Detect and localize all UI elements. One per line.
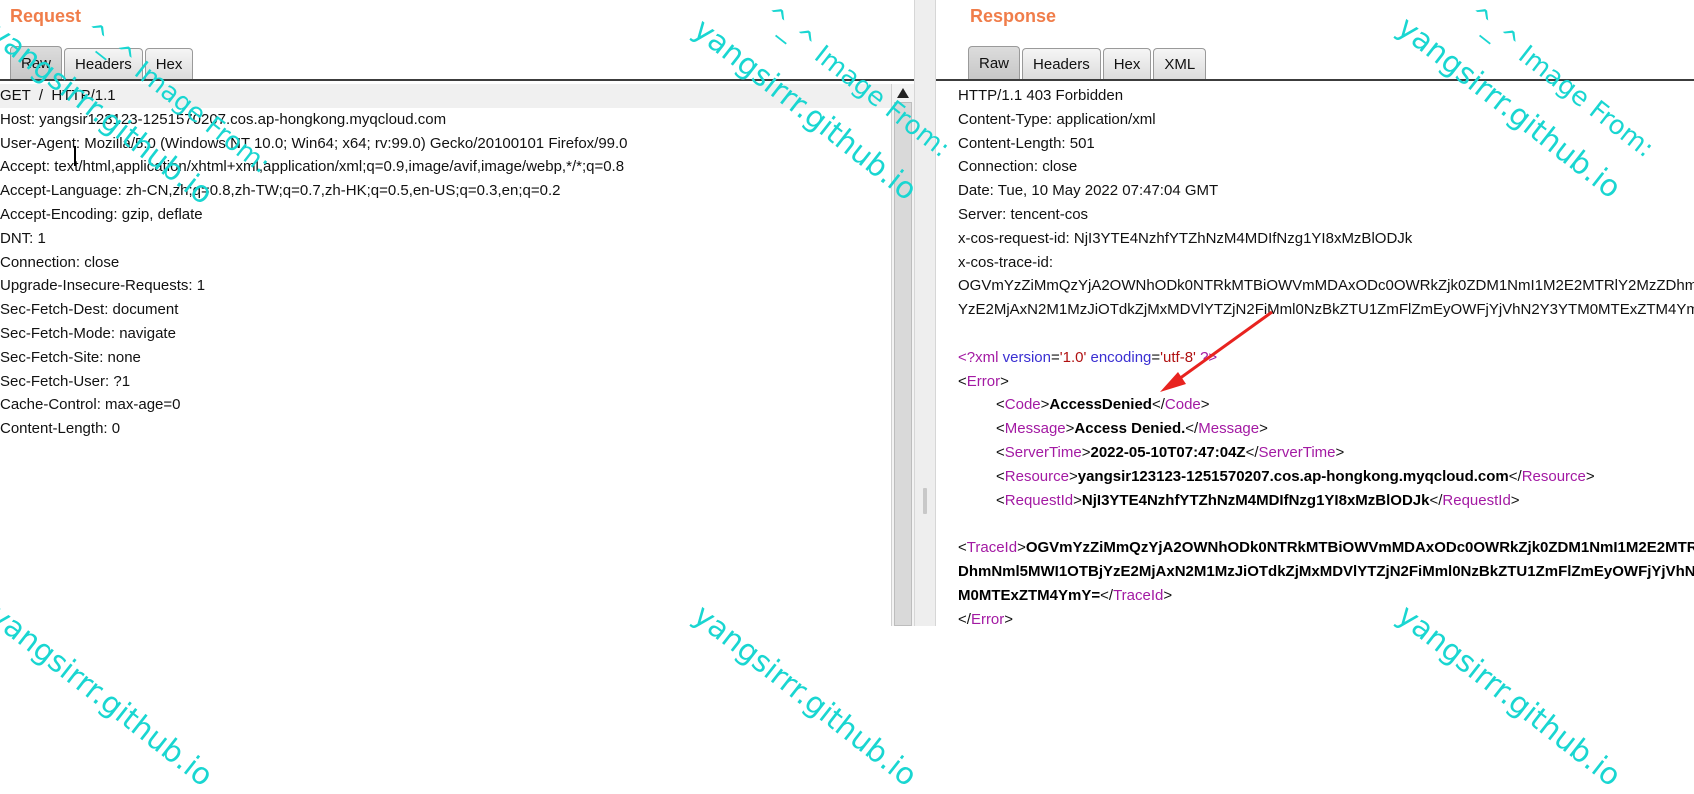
text-cursor-icon [74,146,76,166]
request-line: GET / HTTP/1.1 [0,84,892,108]
watermark-site: yangsirrr.github.io [686,598,924,794]
response-pane: Response Raw Headers Hex XML HTTP/1.1 40… [936,0,1694,626]
response-header-line: YzE2MjAxN2M1MzJiOTdkZjMxMDVlYTZjN2FiMml0… [958,301,1694,319]
xml-message: <Message>Access Denied.</Message> [996,420,1268,438]
pane-splitter[interactable] [914,0,936,626]
request-line: User-Agent: Mozilla/5.0 (Windows NT 10.0… [0,134,628,152]
request-tab-hex[interactable]: Hex [144,48,194,80]
response-header-line: Content-Length: 501 [958,134,1095,152]
scroll-thumb[interactable] [894,102,912,626]
request-line: Accept-Encoding: gzip, deflate [0,205,203,223]
request-scrollbar[interactable] [891,84,914,626]
xml-error-close: </Error> [958,610,1014,626]
request-line: Sec-Fetch-Site: none [0,348,141,366]
splitter-grip-icon[interactable] [923,488,927,514]
request-line: Accept: text/html,application/xhtml+xml,… [0,158,625,176]
request-tabs: Raw Headers Hex [10,44,195,80]
watermark-site: yangsirrr.github.io [1390,598,1628,794]
response-lines: HTTP/1.1 403 Forbidden Content-Type: app… [958,84,1694,626]
response-tabs: Raw Headers Hex XML [968,44,1208,80]
request-line: Sec-Fetch-Dest: document [0,301,179,319]
request-pane: Request Raw Headers Hex GET / HTTP/1.1 H… [0,0,914,626]
xml-declaration: <?xml version='1.0' encoding='utf-8' ?> [958,348,1218,366]
request-title: Request [10,6,82,26]
xml-traceid: <TraceId>OGVmYzZiMmQzYjA2OWNhODk0NTRkMTB… [958,539,1694,557]
request-lines: GET / HTTP/1.1 Host: yangsir123123-12515… [0,84,892,441]
request-line: Upgrade-Insecure-Requests: 1 [0,277,206,295]
request-editor[interactable]: GET / HTTP/1.1 Host: yangsir123123-12515… [0,84,914,626]
response-header-line: x-cos-trace-id: [958,253,1054,271]
response-header-line: Connection: close [958,158,1078,176]
xml-resource: <Resource>yangsir123123-1251570207.cos.a… [996,467,1595,485]
response-header-line: Date: Tue, 10 May 2022 07:47:04 GMT [958,182,1219,200]
response-header-line: x-cos-request-id: NjI3YTE4NzhfYTZhNzM4MD… [958,229,1413,247]
request-line: Connection: close [0,253,120,271]
response-tab-headers[interactable]: Headers [1022,48,1101,80]
response-header-line: Server: tencent-cos [958,205,1089,223]
watermark-site: yangsirrr.github.io [0,598,220,794]
response-editor[interactable]: HTTP/1.1 403 Forbidden Content-Type: app… [936,84,1694,626]
request-line: Content-Length: 0 [0,420,121,438]
xml-requestid: <RequestId>NjI3YTE4NzhfYTZhNzM4MDIfNzg1Y… [996,491,1520,509]
xml-error-open: <Error> [958,372,1009,390]
request-tab-raw[interactable]: Raw [10,46,63,80]
response-tab-underline [936,79,1694,81]
xml-code: <Code>AccessDenied</Code> [996,396,1210,414]
request-line: Host: yangsir123123-1251570207.cos.ap-ho… [0,110,447,128]
xml-traceid-cont: DhmNml5MWI1OTBjYzE2MjAxN2M1MzJiOTdkZjMxM… [958,562,1694,580]
response-tab-raw[interactable]: Raw [968,46,1021,80]
response-header-line: HTTP/1.1 403 Forbidden [958,87,1124,104]
scroll-up-arrow-icon[interactable] [897,88,909,98]
response-tab-hex[interactable]: Hex [1102,48,1152,80]
response-tab-xml[interactable]: XML [1153,48,1207,80]
request-tab-headers[interactable]: Headers [64,48,143,80]
xml-servertime: <ServerTime>2022-05-10T07:47:04Z</Server… [996,443,1345,461]
response-title: Response [970,6,1057,26]
request-tab-underline [0,79,914,81]
response-header-line: OGVmYzZiMmQzYjA2OWNhODk0NTRkMTBiOWVmMDAx… [958,277,1694,295]
xml-traceid-end: M0MTExZTM4YmY=</TraceId> [958,586,1173,604]
request-line: Sec-Fetch-User: ?1 [0,372,131,390]
request-line: Accept-Language: zh-CN,zh;q=0.8,zh-TW;q=… [0,182,561,200]
request-line: Cache-Control: max-age=0 [0,396,181,414]
request-line: DNT: 1 [0,229,46,247]
request-line: Sec-Fetch-Mode: navigate [0,324,176,342]
response-header-line: Content-Type: application/xml [958,110,1156,128]
